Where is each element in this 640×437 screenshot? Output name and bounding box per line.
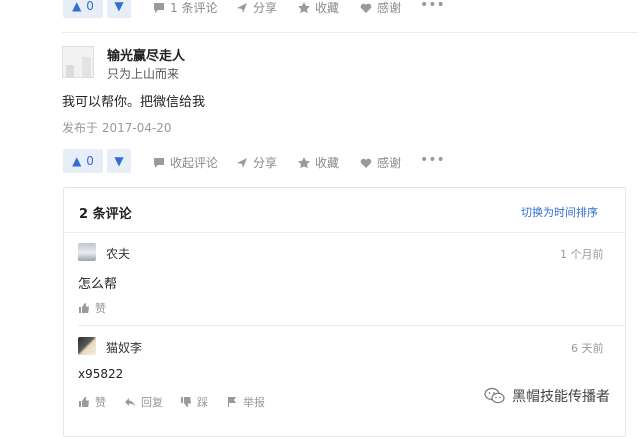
star-icon [298,1,310,13]
down-arrow-icon: ▼ [114,0,124,13]
share-icon [237,157,247,168]
comment-user-name[interactable]: 猫奴李 [106,339,142,356]
share-icon [237,2,247,13]
comment-user-avatar[interactable] [78,243,96,261]
downvote-button[interactable]: ▼ [107,0,131,18]
comment-reply-button[interactable]: 回复 [124,394,163,410]
comment-user-name[interactable]: 农夫 [106,245,130,262]
down-arrow-icon: ▼ [114,154,124,168]
wechat-icon [484,387,505,404]
comment-user-avatar[interactable] [78,337,96,355]
star-icon [298,156,310,168]
up-arrow-icon: ▲ [72,0,82,13]
avatar-placeholder-icon [63,47,93,77]
thanks-button[interactable]: 感谢 [360,0,401,16]
share-button[interactable]: 分享 [236,0,277,16]
comment-time: 1 个月前 [560,248,604,261]
comment-icon [154,157,164,168]
reply-icon [125,398,135,407]
answer-share-button[interactable]: 分享 [236,154,277,171]
collapse-comments-button[interactable]: 收起评论 [153,154,218,171]
sort-toggle-link[interactable]: 切换为时间排序 [521,204,598,220]
comment-text: x95822 [78,367,124,381]
comment-like-button[interactable]: 赞 [78,300,106,316]
comment-report-button[interactable]: 举报 [226,394,265,410]
flag-icon [228,397,236,407]
answer-divider [62,32,638,33]
answer-thanks-button[interactable]: 感谢 [360,154,401,171]
comment-like-button[interactable]: 赞 [78,394,106,410]
answer-posted-date[interactable]: 发布于 2017-04-20 [62,119,172,136]
comment-icon [154,2,164,13]
answer-user-bio: 只为上山而来 [107,67,180,81]
comments-count-title: 2 条评论 [79,207,132,222]
answer-upvote-button[interactable]: ▲ 0 [63,149,103,173]
answer-more-button[interactable]: ••• [420,152,445,168]
answer-user-avatar[interactable] [62,46,94,78]
wechat-watermark: 黑帽技能传播者 [484,386,610,406]
comment-divider [78,325,625,326]
comment-text: 怎么帮 [78,277,118,292]
answer-content: 我可以帮你。把微信给我 [62,95,206,110]
comments-header-divider [64,232,625,233]
thumbs-up-icon [79,303,89,313]
heart-icon [360,3,372,13]
answer-downvote-button[interactable]: ▼ [107,149,131,173]
answer-vote-count: 0 [86,154,94,168]
upvote-button[interactable]: ▲ 0 [63,0,103,18]
comment-dislike-button[interactable]: 踩 [180,394,208,410]
thumbs-up-icon [79,397,89,407]
vote-count: 0 [86,0,94,13]
thumbs-down-icon [181,397,191,407]
collect-button[interactable]: 收藏 [298,0,339,16]
answer-user-name[interactable]: 输光赢尽走人 [107,45,185,64]
ellipsis-icon: ••• [420,152,445,168]
heart-icon [360,158,372,168]
watermark-text: 黑帽技能传播者 [512,389,610,405]
comments-button[interactable]: 1 条评论 [153,0,217,16]
ellipsis-icon: ••• [420,0,445,13]
comment-time: 6 天前 [571,342,604,355]
more-button[interactable]: ••• [420,0,445,13]
up-arrow-icon: ▲ [72,154,82,168]
answer-collect-button[interactable]: 收藏 [298,154,339,171]
